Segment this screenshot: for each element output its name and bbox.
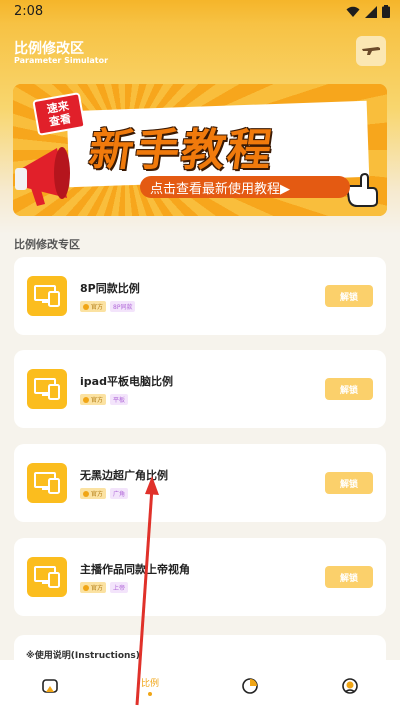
tab-profile[interactable] — [300, 660, 400, 712]
official-icon — [83, 303, 89, 310]
stamp-line2: 查看 — [48, 112, 73, 129]
unlock-button[interactable]: 解锁 — [325, 566, 373, 588]
chart-icon — [242, 678, 258, 694]
tab-chart[interactable] — [200, 660, 300, 712]
ratio-thumbnail — [27, 369, 67, 409]
active-indicator — [148, 692, 152, 696]
official-icon — [83, 490, 89, 497]
devices-icon — [34, 378, 60, 400]
bottom-nav: 比例 — [0, 660, 400, 712]
official-icon — [83, 396, 89, 403]
signal-icon — [365, 5, 377, 18]
ratio-card[interactable]: 主播作品同款上帝视角 官方 上帝 解锁 — [14, 538, 386, 616]
official-badge: 官方 — [80, 301, 107, 312]
official-icon — [83, 584, 89, 591]
wifi-icon — [346, 6, 360, 17]
profile-icon — [342, 678, 358, 694]
ratio-badges: 官方 上帝 — [80, 582, 129, 593]
tag-badge: 8P同款 — [110, 301, 136, 312]
official-label: 官方 — [91, 491, 104, 498]
banner-title: 新手教程 — [85, 125, 277, 176]
ratio-badges: 官方 平板 — [80, 394, 129, 405]
devices-icon — [34, 566, 60, 588]
ratio-name: ipad平板电脑比例 — [80, 375, 173, 388]
page-title: 比例修改区 — [14, 41, 84, 57]
ratio-badges: 官方 广角 — [80, 488, 129, 499]
official-badge: 官方 — [80, 394, 107, 405]
ratio-thumbnail — [27, 276, 67, 316]
devices-icon — [34, 285, 60, 307]
banner-cta-button[interactable]: 点击查看最新使用教程▶ — [140, 176, 350, 198]
devices-icon — [34, 472, 60, 494]
ratio-thumbnail — [27, 557, 67, 597]
battery-icon — [382, 5, 390, 18]
official-badge: 官方 — [80, 488, 107, 499]
ratio-card[interactable]: ipad平板电脑比例 官方 平板 解锁 — [14, 350, 386, 428]
official-label: 官方 — [91, 397, 104, 404]
official-label: 官方 — [91, 304, 104, 311]
page-subtitle: Parameter Simulator — [14, 56, 109, 65]
tag-badge: 广角 — [110, 488, 129, 499]
home-icon — [42, 679, 58, 693]
status-time: 2:08 — [14, 4, 44, 19]
unlock-button[interactable]: 解锁 — [325, 378, 373, 400]
tab-ratio[interactable]: 比例 — [100, 660, 200, 712]
tab-home[interactable] — [0, 660, 100, 712]
status-bar: 2:08 — [0, 0, 400, 24]
gun-icon — [362, 47, 380, 55]
gun-button[interactable] — [356, 36, 386, 66]
ratio-badges: 官方 8P同款 — [80, 301, 136, 312]
ratio-thumbnail — [27, 463, 67, 503]
official-label: 官方 — [91, 585, 104, 592]
ratio-name: 主播作品同款上帝视角 — [80, 563, 190, 576]
ratio-card[interactable]: 无黑边超广角比例 官方 广角 解锁 — [14, 444, 386, 522]
section-title: 比例修改专区 — [14, 238, 80, 251]
official-badge: 官方 — [80, 582, 107, 593]
unlock-button[interactable]: 解锁 — [325, 285, 373, 307]
ratio-name: 无黑边超广角比例 — [80, 469, 168, 482]
megaphone-icon — [15, 147, 70, 206]
tab-ratio-label: 比例 — [140, 679, 159, 689]
ratio-name: 8P同款比例 — [80, 282, 140, 295]
unlock-button[interactable]: 解锁 — [325, 472, 373, 494]
ratio-card[interactable]: 8P同款比例 官方 8P同款 解锁 — [14, 257, 386, 335]
tag-badge: 平板 — [110, 394, 129, 405]
tag-badge: 上帝 — [110, 582, 129, 593]
status-icons — [346, 5, 390, 18]
